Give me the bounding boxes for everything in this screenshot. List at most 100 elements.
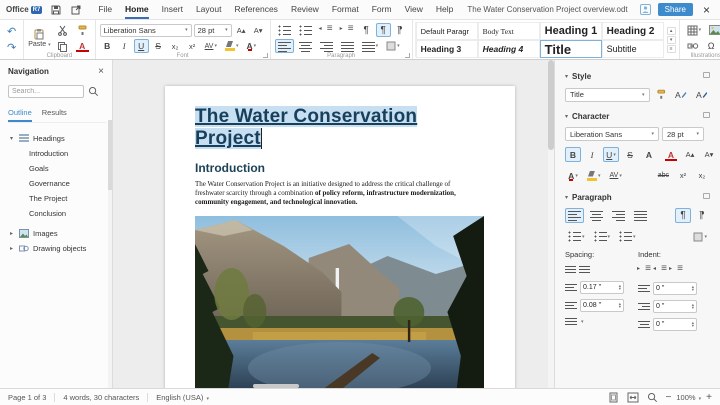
- undo-button[interactable]: ↶: [4, 25, 19, 39]
- font-size-select[interactable]: 28 pt▾: [194, 24, 232, 37]
- menu-insert[interactable]: Insert: [162, 1, 183, 19]
- bold-button[interactable]: B: [100, 39, 115, 53]
- panel-increase-font-button[interactable]: A▴: [682, 147, 698, 162]
- tree-images[interactable]: ▸ Images: [8, 226, 106, 241]
- fit-page-icon[interactable]: [608, 392, 619, 403]
- copy-button[interactable]: [54, 39, 71, 53]
- indent-decrease-icon[interactable]: [654, 265, 667, 276]
- indent-first-line-icon[interactable]: [670, 265, 683, 276]
- insert-shape-button[interactable]: [684, 39, 702, 53]
- panel-superscript-button[interactable]: x²: [675, 168, 691, 183]
- superscript-button[interactable]: x²: [185, 39, 200, 53]
- decrease-indent-button[interactable]: [317, 23, 336, 37]
- zoom-level[interactable]: 100% ▾: [676, 393, 701, 402]
- tree-item-the-project[interactable]: The Project: [8, 191, 106, 206]
- navigation-close-icon[interactable]: ×: [96, 66, 106, 77]
- rtl-direction-button[interactable]: ¶: [393, 23, 408, 37]
- language-selector[interactable]: English (USA) ▾: [156, 393, 209, 402]
- redo-button[interactable]: ↷: [4, 41, 19, 55]
- panel-highlight-button[interactable]: ▾: [584, 168, 604, 183]
- document-area[interactable]: The Water Conservation Project Introduct…: [113, 60, 554, 388]
- style-title[interactable]: Title: [540, 40, 602, 58]
- gallery-up-icon[interactable]: ▴: [667, 27, 676, 35]
- ltr-direction-button[interactable]: ¶: [376, 23, 391, 37]
- share-button[interactable]: Share: [658, 3, 693, 17]
- save-icon[interactable]: [50, 4, 62, 16]
- style-select[interactable]: Title▾: [565, 88, 650, 102]
- style-heading1[interactable]: Heading 1: [540, 22, 602, 40]
- line-spacing-panel-icon[interactable]: [565, 317, 577, 327]
- font-dialog-launcher[interactable]: [263, 53, 268, 58]
- zoom-icon[interactable]: [647, 392, 658, 403]
- new-style-button[interactable]: A: [693, 87, 710, 102]
- character-section-chevron-icon[interactable]: ▾: [565, 113, 568, 120]
- style-body-text[interactable]: Body Text: [478, 22, 540, 40]
- panel-align-right-button[interactable]: [609, 208, 628, 223]
- panel-shading-button[interactable]: ▾: [690, 229, 710, 244]
- add-space-after-icon[interactable]: [579, 265, 590, 275]
- indent-increase-icon[interactable]: [638, 265, 651, 276]
- style-heading2[interactable]: Heading 2: [602, 22, 664, 40]
- menu-form[interactable]: Form: [372, 1, 392, 19]
- panel-bold-button[interactable]: B: [565, 147, 581, 162]
- paragraph-section-chevron-icon[interactable]: ▾: [565, 194, 568, 201]
- document-page[interactable]: The Water Conservation Project Introduct…: [165, 86, 515, 388]
- tab-results[interactable]: Results: [42, 106, 67, 122]
- word-count[interactable]: 4 words, 30 characters: [63, 393, 139, 402]
- tree-item-goals[interactable]: Goals: [8, 161, 106, 176]
- panel-ltr-button[interactable]: ¶: [675, 208, 691, 223]
- paragraph-shading-button[interactable]: ▾: [383, 39, 403, 53]
- indent-left-spinner[interactable]: 0 "▴▾: [638, 282, 697, 295]
- indent-right-spinner[interactable]: 0 "▴▾: [638, 300, 697, 313]
- update-style-button[interactable]: A: [672, 87, 689, 102]
- style-default-paragraph[interactable]: Default Paragr: [416, 22, 478, 40]
- menu-review[interactable]: Review: [291, 1, 319, 19]
- indent-firstline-spinner[interactable]: 0 "▴▾: [638, 318, 697, 331]
- gallery-down-icon[interactable]: ▾: [667, 36, 676, 44]
- decrease-font-icon[interactable]: A▾: [251, 23, 266, 37]
- paragraph-panel-dialog-launcher[interactable]: [703, 193, 710, 199]
- justify-button[interactable]: [338, 39, 357, 53]
- insert-symbol-button[interactable]: Ω: [704, 39, 719, 53]
- line-spacing-button[interactable]: ▾: [359, 39, 382, 53]
- user-icon[interactable]: [640, 4, 652, 16]
- menu-format[interactable]: Format: [332, 1, 359, 19]
- insert-image-button[interactable]: ▾: [706, 23, 720, 37]
- navigation-search-input[interactable]: [8, 85, 84, 98]
- style-painter-button[interactable]: [653, 87, 670, 102]
- panel-small-caps-button[interactable]: abc: [655, 168, 672, 183]
- zoom-in-icon[interactable]: +: [706, 392, 712, 403]
- panel-font-name-select[interactable]: Liberation Sans▾: [565, 127, 659, 141]
- document-horizontal-scrollbar[interactable]: [253, 384, 299, 388]
- panel-caps-button[interactable]: A: [641, 147, 657, 162]
- open-location-icon[interactable]: [70, 4, 82, 16]
- chevron-down-icon[interactable]: ▾: [8, 135, 15, 142]
- navigation-search-icon[interactable]: [88, 86, 99, 97]
- align-center-button[interactable]: [296, 39, 315, 53]
- tree-drawing-objects[interactable]: ▸ Drawing objects: [8, 241, 106, 256]
- menu-home[interactable]: Home: [125, 1, 149, 19]
- zoom-out-icon[interactable]: −: [666, 392, 672, 403]
- style-subtitle[interactable]: Subtitle: [602, 40, 664, 58]
- nonprinting-chars-button[interactable]: ¶: [359, 23, 374, 37]
- style-dialog-launcher[interactable]: [703, 72, 710, 78]
- paste-button[interactable]: Paste ▾: [28, 23, 50, 53]
- panel-subscript-button[interactable]: x₂: [694, 168, 710, 183]
- numbering-button[interactable]: [296, 23, 315, 37]
- chevron-right-icon[interactable]: ▸: [8, 230, 15, 237]
- panel-font-size-select[interactable]: 28 pt▾: [662, 127, 704, 141]
- gallery-expand-icon[interactable]: ≡: [667, 45, 676, 53]
- align-left-button[interactable]: [275, 39, 294, 53]
- letter-spacing-button[interactable]: AV▾: [202, 39, 220, 53]
- panel-italic-button[interactable]: I: [584, 147, 600, 162]
- panel-justify-button[interactable]: [631, 208, 650, 223]
- tree-item-introduction[interactable]: Introduction: [8, 146, 106, 161]
- fit-width-icon[interactable]: [627, 392, 639, 403]
- font-name-select[interactable]: Liberation Sans▾: [100, 24, 192, 37]
- highlight-color-button[interactable]: ▾: [222, 39, 242, 53]
- insert-table-button[interactable]: ▾: [684, 23, 705, 37]
- underline-button[interactable]: U: [134, 39, 149, 53]
- style-section-chevron-icon[interactable]: ▾: [565, 73, 568, 80]
- doc-paragraph[interactable]: The Water Conservation Project is an ini…: [195, 180, 463, 207]
- menu-view[interactable]: View: [405, 1, 423, 19]
